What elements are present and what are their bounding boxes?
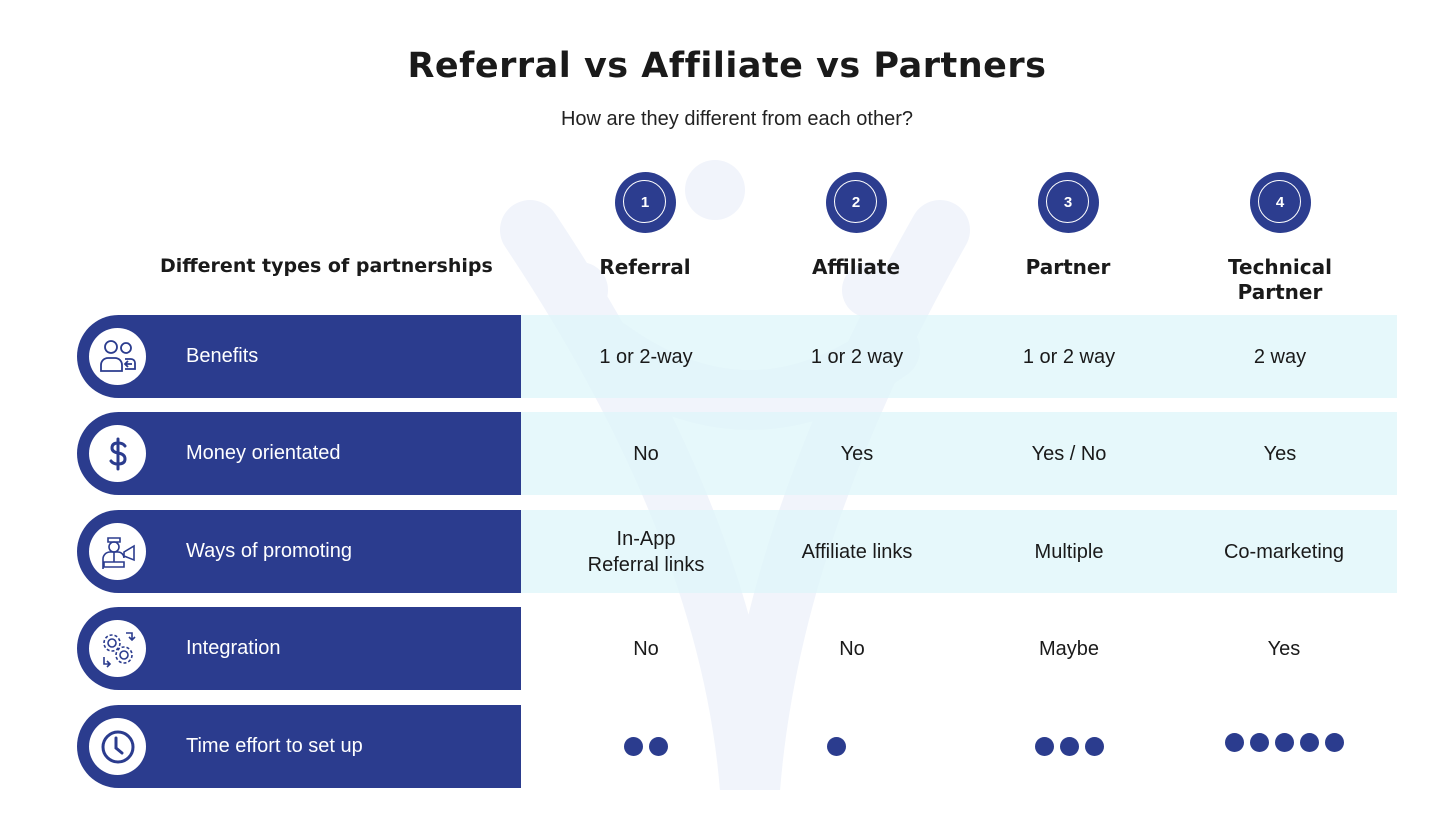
number-badge: 4 <box>1249 172 1311 233</box>
row-label: Ways of promoting <box>186 540 352 562</box>
effort-rating <box>541 705 751 788</box>
cell-value: Yes <box>1267 637 1301 660</box>
cell-value: Co-marketing <box>1223 540 1345 563</box>
column-label: Affiliate <box>811 255 901 279</box>
cell-value: 1 or 2 way <box>810 345 904 368</box>
row-label: Money orientated <box>186 442 341 464</box>
effort-dot <box>1299 733 1319 752</box>
cell-value: Yes / No <box>1031 442 1107 465</box>
effort-rating <box>1179 701 1389 784</box>
cell-value: Yes <box>1263 442 1297 465</box>
row-label: Integration <box>186 637 281 659</box>
effort-rating <box>964 705 1174 788</box>
column-header-referral: 1 Referral <box>545 172 745 280</box>
cell-value: Yes <box>840 442 874 465</box>
cell-value: 1 or 2-way <box>599 345 693 368</box>
column-label: Partner <box>1025 255 1111 279</box>
row-label: Benefits <box>186 345 259 367</box>
cell-value: No <box>633 442 659 465</box>
cell-value: 2 way <box>1253 345 1307 368</box>
row-label-pill: Integration <box>77 607 521 690</box>
page-subtitle: How are they different from each other? <box>560 108 914 130</box>
row-label-pill: Time effort to set up <box>77 705 521 788</box>
cell-value: In-App Referral links <box>587 527 705 576</box>
table-row-money-orientated: Money orientated No Yes Yes / No Yes <box>77 412 1397 495</box>
effort-dot <box>826 737 846 756</box>
row-label-pill: Money orientated <box>77 412 521 495</box>
cell-value: 1 or 2 way <box>1022 345 1116 368</box>
promoter-megaphone-icon <box>89 523 146 580</box>
cell-value: No <box>839 637 865 660</box>
column-header-partner: 3 Partner <box>968 172 1168 280</box>
effort-dot <box>649 737 668 756</box>
row-label-pill: Ways of promoting <box>77 510 521 593</box>
number-badge: 3 <box>1037 172 1099 233</box>
table-row-integration: Integration No No Maybe Yes <box>77 607 1397 690</box>
effort-dot <box>1224 733 1244 752</box>
cell-value: Maybe <box>1038 637 1100 660</box>
dollar-icon <box>89 425 146 482</box>
table-row-ways-of-promoting: Ways of promoting In-App Referral links … <box>77 510 1397 593</box>
cell-value: Affiliate links <box>801 540 913 563</box>
effort-dot <box>1274 733 1294 752</box>
people-exchange-icon <box>89 328 146 385</box>
table-row-time-effort: Time effort to set up <box>77 705 1397 788</box>
effort-rating <box>731 705 941 788</box>
column-label: Technical Partner <box>1228 255 1332 304</box>
number-badge: 1 <box>614 172 676 233</box>
effort-dot <box>624 737 643 756</box>
table-row-benefits: Benefits 1 or 2-way 1 or 2 way 1 or 2 wa… <box>77 315 1397 398</box>
cell-value: Multiple <box>1034 540 1104 563</box>
gears-sync-icon <box>89 620 146 677</box>
row-header-label: Different types of partnerships <box>160 255 493 277</box>
effort-dot <box>1249 733 1269 752</box>
effort-dot <box>1034 737 1054 756</box>
page-title: Referral vs Affiliate vs Partners <box>407 46 1047 86</box>
row-label-pill: Benefits <box>77 315 521 398</box>
row-label: Time effort to set up <box>186 735 363 757</box>
number-badge: 2 <box>825 172 887 233</box>
effort-dot <box>1059 737 1079 756</box>
column-label: Referral <box>599 255 691 279</box>
column-header-technical-partner: 4 Technical Partner <box>1180 172 1380 305</box>
cell-value: No <box>633 637 659 660</box>
effort-dot <box>1084 737 1104 756</box>
clock-icon <box>89 718 146 775</box>
effort-dot <box>1324 733 1344 752</box>
column-header-affiliate: 2 Affiliate <box>756 172 956 280</box>
